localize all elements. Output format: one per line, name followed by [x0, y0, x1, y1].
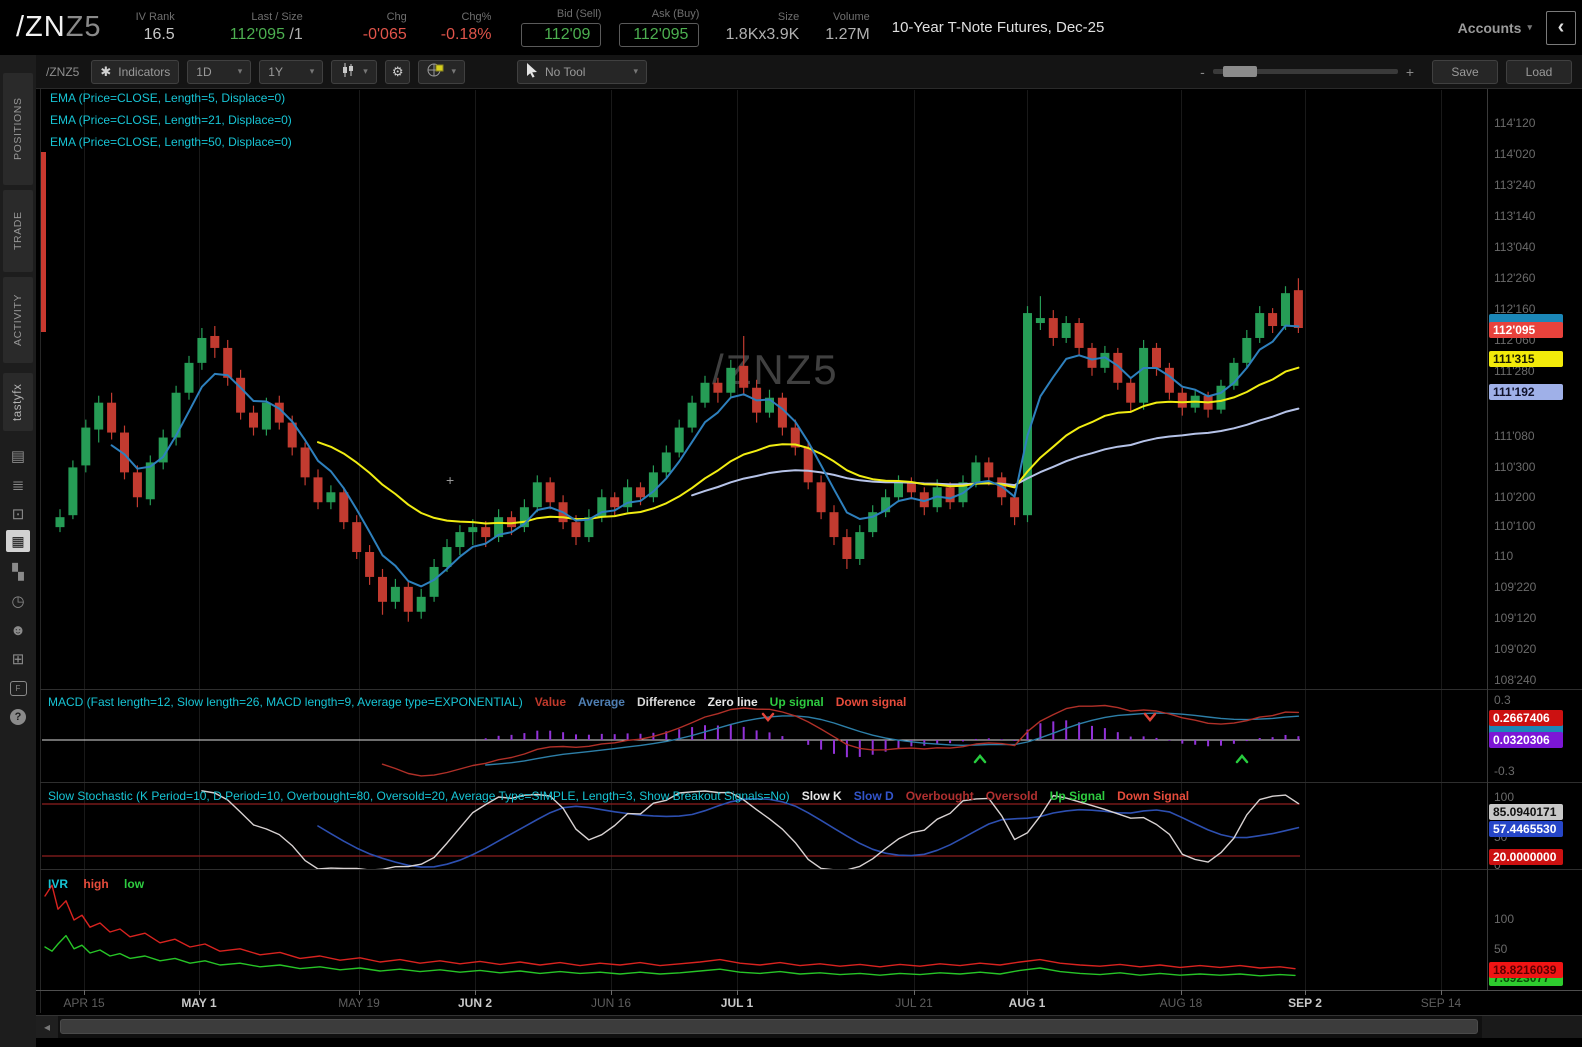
price-axis-tick: 110: [1494, 549, 1514, 563]
price-axis-tick: 114'120: [1494, 116, 1536, 130]
price-axis-tick: 109'220: [1494, 580, 1537, 594]
time-axis-label: JUN 16: [590, 996, 632, 1010]
ivr-study-label: IVR: [48, 877, 69, 891]
time-axis-tick: [1027, 990, 1028, 995]
ema-label: EMA (Price=CLOSE, Length=21, Displace=0): [50, 113, 292, 127]
stoch-study-label: Slow Stochastic (K Period=10, D Period=1…: [48, 789, 790, 803]
price-axis-tick: 112'260: [1494, 271, 1536, 285]
legend-item: Down Signal: [1117, 789, 1190, 803]
ema21-price-marker: 111'315: [1489, 351, 1563, 367]
price-axis-tick: 113'240: [1494, 178, 1536, 192]
ivr-high-label: high: [83, 877, 109, 891]
macd-axis-tick: 0.3: [1494, 693, 1511, 707]
app-root: /ZNZ5 IV Rank 16.5 Last / Size 112'095 /…: [0, 0, 1582, 1047]
macd-study-label: MACD (Fast length=12, Slow length=26, MA…: [48, 695, 523, 709]
legend-item: Zero line: [707, 695, 758, 709]
time-axis-tick: [359, 990, 360, 995]
time-axis-label: JUL 1: [720, 996, 754, 1010]
scrollbar-thumb[interactable]: [60, 1019, 1478, 1034]
time-axis-tick: [737, 990, 738, 995]
time-axis-border: [36, 990, 1582, 991]
time-axis-label: SEP 14: [1420, 996, 1462, 1010]
time-axis-label: APR 15: [63, 996, 105, 1010]
legend-item: Overbought: [905, 789, 974, 803]
time-axis-tick: [1181, 990, 1182, 995]
time-axis-label: AUG 18: [1159, 996, 1203, 1010]
macd-value-marker: 0.2667406: [1489, 710, 1563, 726]
price-axis-tick: 113'140: [1494, 209, 1536, 223]
price-axis-tick: 110'200: [1494, 490, 1536, 504]
legend-item: Up Signal: [1049, 789, 1106, 803]
price-axis-tick: 111'080: [1494, 429, 1535, 443]
stoch-label-row[interactable]: Slow Stochastic (K Period=10, D Period=1…: [48, 789, 1189, 803]
time-axis-label: MAY 1: [181, 996, 217, 1010]
time-axis-tick: [611, 990, 612, 995]
price-axis-tick: 108'240: [1494, 673, 1537, 687]
time-axis-label: JUN 2: [457, 996, 493, 1010]
ivr-high-marker: 18.8216039: [1489, 962, 1563, 978]
last-price-marker: 112'095: [1489, 322, 1563, 338]
time-axis-tick: [914, 990, 915, 995]
ema-label: EMA (Price=CLOSE, Length=5, Displace=0): [50, 91, 286, 105]
macd-axis-tick: -0.3: [1494, 764, 1515, 778]
legend-item: Slow K: [801, 789, 842, 803]
price-axis-tick: 109'120: [1494, 611, 1537, 625]
macd-label-row[interactable]: MACD (Fast length=12, Slow length=26, MA…: [48, 695, 906, 709]
time-axis-tick: [84, 990, 85, 995]
ivr-axis-tick: 50: [1494, 942, 1508, 956]
price-axis-tick: 110'300: [1494, 460, 1536, 474]
stoch-axis-tick: 100: [1494, 790, 1515, 804]
price-axis-tick: 110'100: [1494, 519, 1536, 533]
scroll-left-button[interactable]: ◂: [36, 1016, 58, 1038]
time-axis-tick: [1441, 990, 1442, 995]
ivr-axis-tick: 100: [1494, 912, 1515, 926]
macd-difference-marker: 0.0320306: [1489, 732, 1563, 748]
legend-item: Difference: [636, 695, 696, 709]
price-axis-tick: 113'040: [1494, 240, 1536, 254]
legend-item: Average: [578, 695, 625, 709]
legend-item: Up signal: [769, 695, 824, 709]
chart-scrollbar[interactable]: ◂: [36, 1015, 1582, 1038]
stoch-k-marker: 85.0940171: [1489, 804, 1563, 820]
stoch-oversold-marker: 20.0000000: [1489, 849, 1563, 865]
ivr-low-label: low: [124, 877, 145, 891]
time-axis-label: JUL 21: [895, 996, 933, 1010]
ivr-label-row[interactable]: IVR high low: [48, 877, 144, 891]
time-axis-label: AUG 1: [1008, 996, 1046, 1010]
scrollbar-corner: [1482, 1016, 1582, 1038]
ema-indicator-labels: EMA (Price=CLOSE, Length=5, Displace=0) E…: [50, 87, 292, 153]
ema-label: EMA (Price=CLOSE, Length=50, Displace=0): [50, 135, 292, 149]
price-axis-tick: 109'020: [1494, 642, 1537, 656]
legend-item: Oversold: [985, 789, 1038, 803]
legend-item: Slow D: [853, 789, 894, 803]
time-axis-tick: [475, 990, 476, 995]
time-axis-tick: [1305, 990, 1306, 995]
time-axis-label: SEP 2: [1288, 996, 1322, 1010]
chart-canvas[interactable]: [0, 0, 1582, 1047]
legend-item: Value: [534, 695, 567, 709]
ema50-price-marker: 111'192: [1489, 384, 1563, 400]
legend-item: Down signal: [835, 695, 907, 709]
price-axis-border: [1487, 89, 1488, 990]
time-axis-label: MAY 19: [338, 996, 380, 1010]
stoch-d-marker: 57.4465530: [1489, 821, 1563, 837]
time-axis-tick: [199, 990, 200, 995]
price-axis-tick: 114'020: [1494, 147, 1536, 161]
